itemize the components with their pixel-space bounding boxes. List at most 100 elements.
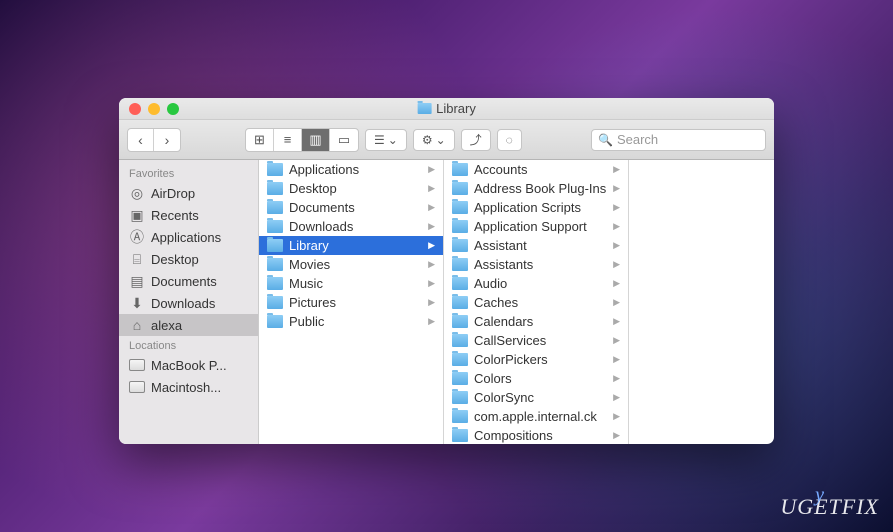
column-item-label: Public (289, 314, 324, 329)
sidebar-item-label: Desktop (151, 252, 199, 267)
sidebar-item-alexa[interactable]: ⌂alexa (119, 314, 258, 336)
column-item-applications[interactable]: Applications▶ (259, 160, 443, 179)
sidebar-item-label: Recents (151, 208, 199, 223)
grid-icon: ⊞ (254, 132, 265, 148)
share-button[interactable]: ⤴ (461, 129, 491, 151)
column-item-label: Downloads (289, 219, 353, 234)
column-item-documents[interactable]: Documents▶ (259, 198, 443, 217)
column-item-audio[interactable]: Audio ▶ (444, 274, 628, 293)
chevron-right-icon: ▶ (613, 335, 620, 346)
gear-icon: ⚙ (422, 133, 433, 147)
column-item-calendars[interactable]: Calendars ▶ (444, 312, 628, 331)
chevron-right-icon: ▶ (613, 259, 620, 270)
sidebar-item-downloads[interactable]: ⬇Downloads (119, 292, 258, 314)
column-item-assistants[interactable]: Assistants ▶ (444, 255, 628, 274)
list-icon: ≡ (284, 132, 292, 147)
column-item-application-support[interactable]: Application Support▶ (444, 217, 628, 236)
applications-icon: Ⓐ (129, 229, 145, 245)
icon-view-button[interactable]: ⊞ (246, 129, 274, 151)
column-item-downloads[interactable]: Downloads▶ (259, 217, 443, 236)
window-title: Library (417, 101, 476, 116)
chevron-down-icon: ⌄ (436, 133, 446, 147)
column-item-compositions[interactable]: Compositions▶ (444, 426, 628, 444)
column-item-com-apple-internal-ck[interactable]: com.apple.internal.ck▶ (444, 407, 628, 426)
sidebar-item-applications[interactable]: ⒶApplications (119, 226, 258, 248)
back-button[interactable]: ‹ (128, 129, 154, 151)
zoom-button[interactable] (167, 103, 179, 115)
search-icon: 🔍 (598, 133, 613, 147)
sidebar-item-airdrop[interactable]: ◎AirDrop (119, 182, 258, 204)
content-area: Favorites◎AirDrop▣RecentsⒶApplications⌸D… (119, 160, 774, 444)
column-item-public[interactable]: Public▶ (259, 312, 443, 331)
column-item-label: Calendars (474, 314, 533, 329)
column-2 (629, 160, 769, 444)
watermark: y UGETFIX (780, 494, 879, 520)
column-item-label: Assistants (474, 257, 533, 272)
sidebar-item-desktop[interactable]: ⌸Desktop (119, 248, 258, 270)
column-view-button[interactable]: ▥ (302, 129, 330, 151)
title-text: Library (436, 101, 476, 116)
column-0: Applications▶Desktop▶Documents▶Downloads… (259, 160, 444, 444)
column-item-label: Application Scripts (474, 200, 581, 215)
column-item-accounts[interactable]: Accounts▶ (444, 160, 628, 179)
chevron-right-icon: ▶ (428, 164, 435, 175)
arrange-button[interactable]: ☰ ⌄ (365, 129, 407, 151)
column-item-callservices[interactable]: CallServices ▶ (444, 331, 628, 350)
column-item-desktop[interactable]: Desktop▶ (259, 179, 443, 198)
folder-icon (452, 239, 468, 252)
gallery-view-button[interactable]: ▭ (330, 129, 358, 151)
chevron-right-icon: ▶ (428, 297, 435, 308)
chevron-right-icon: ▶ (613, 164, 620, 175)
folder-icon (267, 277, 283, 290)
sidebar-item-macintosh-[interactable]: Macintosh... (119, 376, 258, 398)
column-item-caches[interactable]: Caches▶ (444, 293, 628, 312)
folder-icon (452, 410, 468, 423)
folder-icon (452, 220, 468, 233)
sidebar-item-macbook-p-[interactable]: MacBook P... (119, 354, 258, 376)
sidebar-item-label: Macintosh... (151, 380, 221, 395)
column-item-pictures[interactable]: Pictures▶ (259, 293, 443, 312)
column-item-library[interactable]: Library▶ (259, 236, 443, 255)
column-item-colorpickers[interactable]: ColorPickers▶ (444, 350, 628, 369)
chevron-right-icon: ▶ (613, 278, 620, 289)
documents-icon: ▤ (129, 273, 145, 289)
forward-button[interactable]: › (154, 129, 180, 151)
column-item-colorsync[interactable]: ColorSync▶ (444, 388, 628, 407)
gallery-icon: ▭ (338, 132, 350, 148)
sidebar-item-label: alexa (151, 318, 182, 333)
column-item-assistant[interactable]: Assistant▶ (444, 236, 628, 255)
sidebar-section-header: Locations (119, 336, 258, 354)
chevron-right-icon: ▶ (613, 202, 620, 213)
column-item-label: CallServices (474, 333, 546, 348)
sidebar: Favorites◎AirDrop▣RecentsⒶApplications⌸D… (119, 160, 259, 444)
chevron-right-icon: ▶ (613, 392, 620, 403)
tags-button[interactable]: ◌ (497, 129, 522, 151)
chevron-right-icon: ▶ (613, 316, 620, 327)
column-item-application-scripts[interactable]: Application Scripts ▶ (444, 198, 628, 217)
close-button[interactable] (129, 103, 141, 115)
folder-icon (452, 201, 468, 214)
folder-icon (452, 353, 468, 366)
chevron-left-icon: ‹ (138, 132, 143, 148)
chevron-right-icon: › (165, 132, 170, 148)
column-item-colors[interactable]: Colors▶ (444, 369, 628, 388)
watermark-accent: y (815, 484, 825, 507)
column-item-label: Audio (474, 276, 507, 291)
sidebar-item-recents[interactable]: ▣Recents (119, 204, 258, 226)
column-item-movies[interactable]: Movies▶ (259, 255, 443, 274)
folder-icon (267, 315, 283, 328)
column-item-address-book-plug-ins[interactable]: Address Book Plug-Ins▶ (444, 179, 628, 198)
chevron-right-icon: ▶ (428, 240, 435, 251)
watermark-text: UGETFIX (780, 494, 879, 519)
column-item-music[interactable]: Music▶ (259, 274, 443, 293)
downloads-icon: ⬇ (129, 295, 145, 311)
search-input[interactable]: 🔍 Search (591, 129, 766, 151)
share-icon: ⤴ (470, 131, 482, 148)
tags-icon: ◌ (506, 133, 513, 147)
sidebar-item-documents[interactable]: ▤Documents (119, 270, 258, 292)
action-button[interactable]: ⚙ ⌄ (413, 129, 455, 151)
column-item-label: Application Support (474, 219, 587, 234)
list-view-button[interactable]: ≡ (274, 129, 302, 151)
folder-icon (267, 182, 283, 195)
minimize-button[interactable] (148, 103, 160, 115)
